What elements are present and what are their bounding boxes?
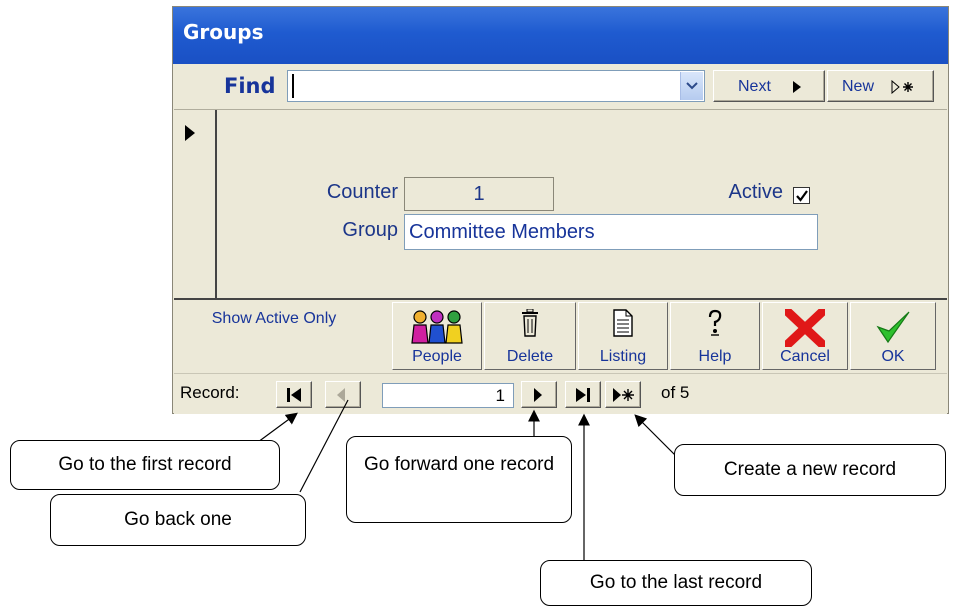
callout-forward-one: Go forward one record	[346, 436, 572, 523]
arrow-back-one	[299, 399, 349, 493]
callout-first-record: Go to the first record	[10, 440, 280, 490]
callout-back-one: Go back one	[50, 494, 306, 546]
callout-new-record: Create a new record	[674, 444, 946, 496]
callout-last-record: Go to the last record	[540, 560, 812, 606]
